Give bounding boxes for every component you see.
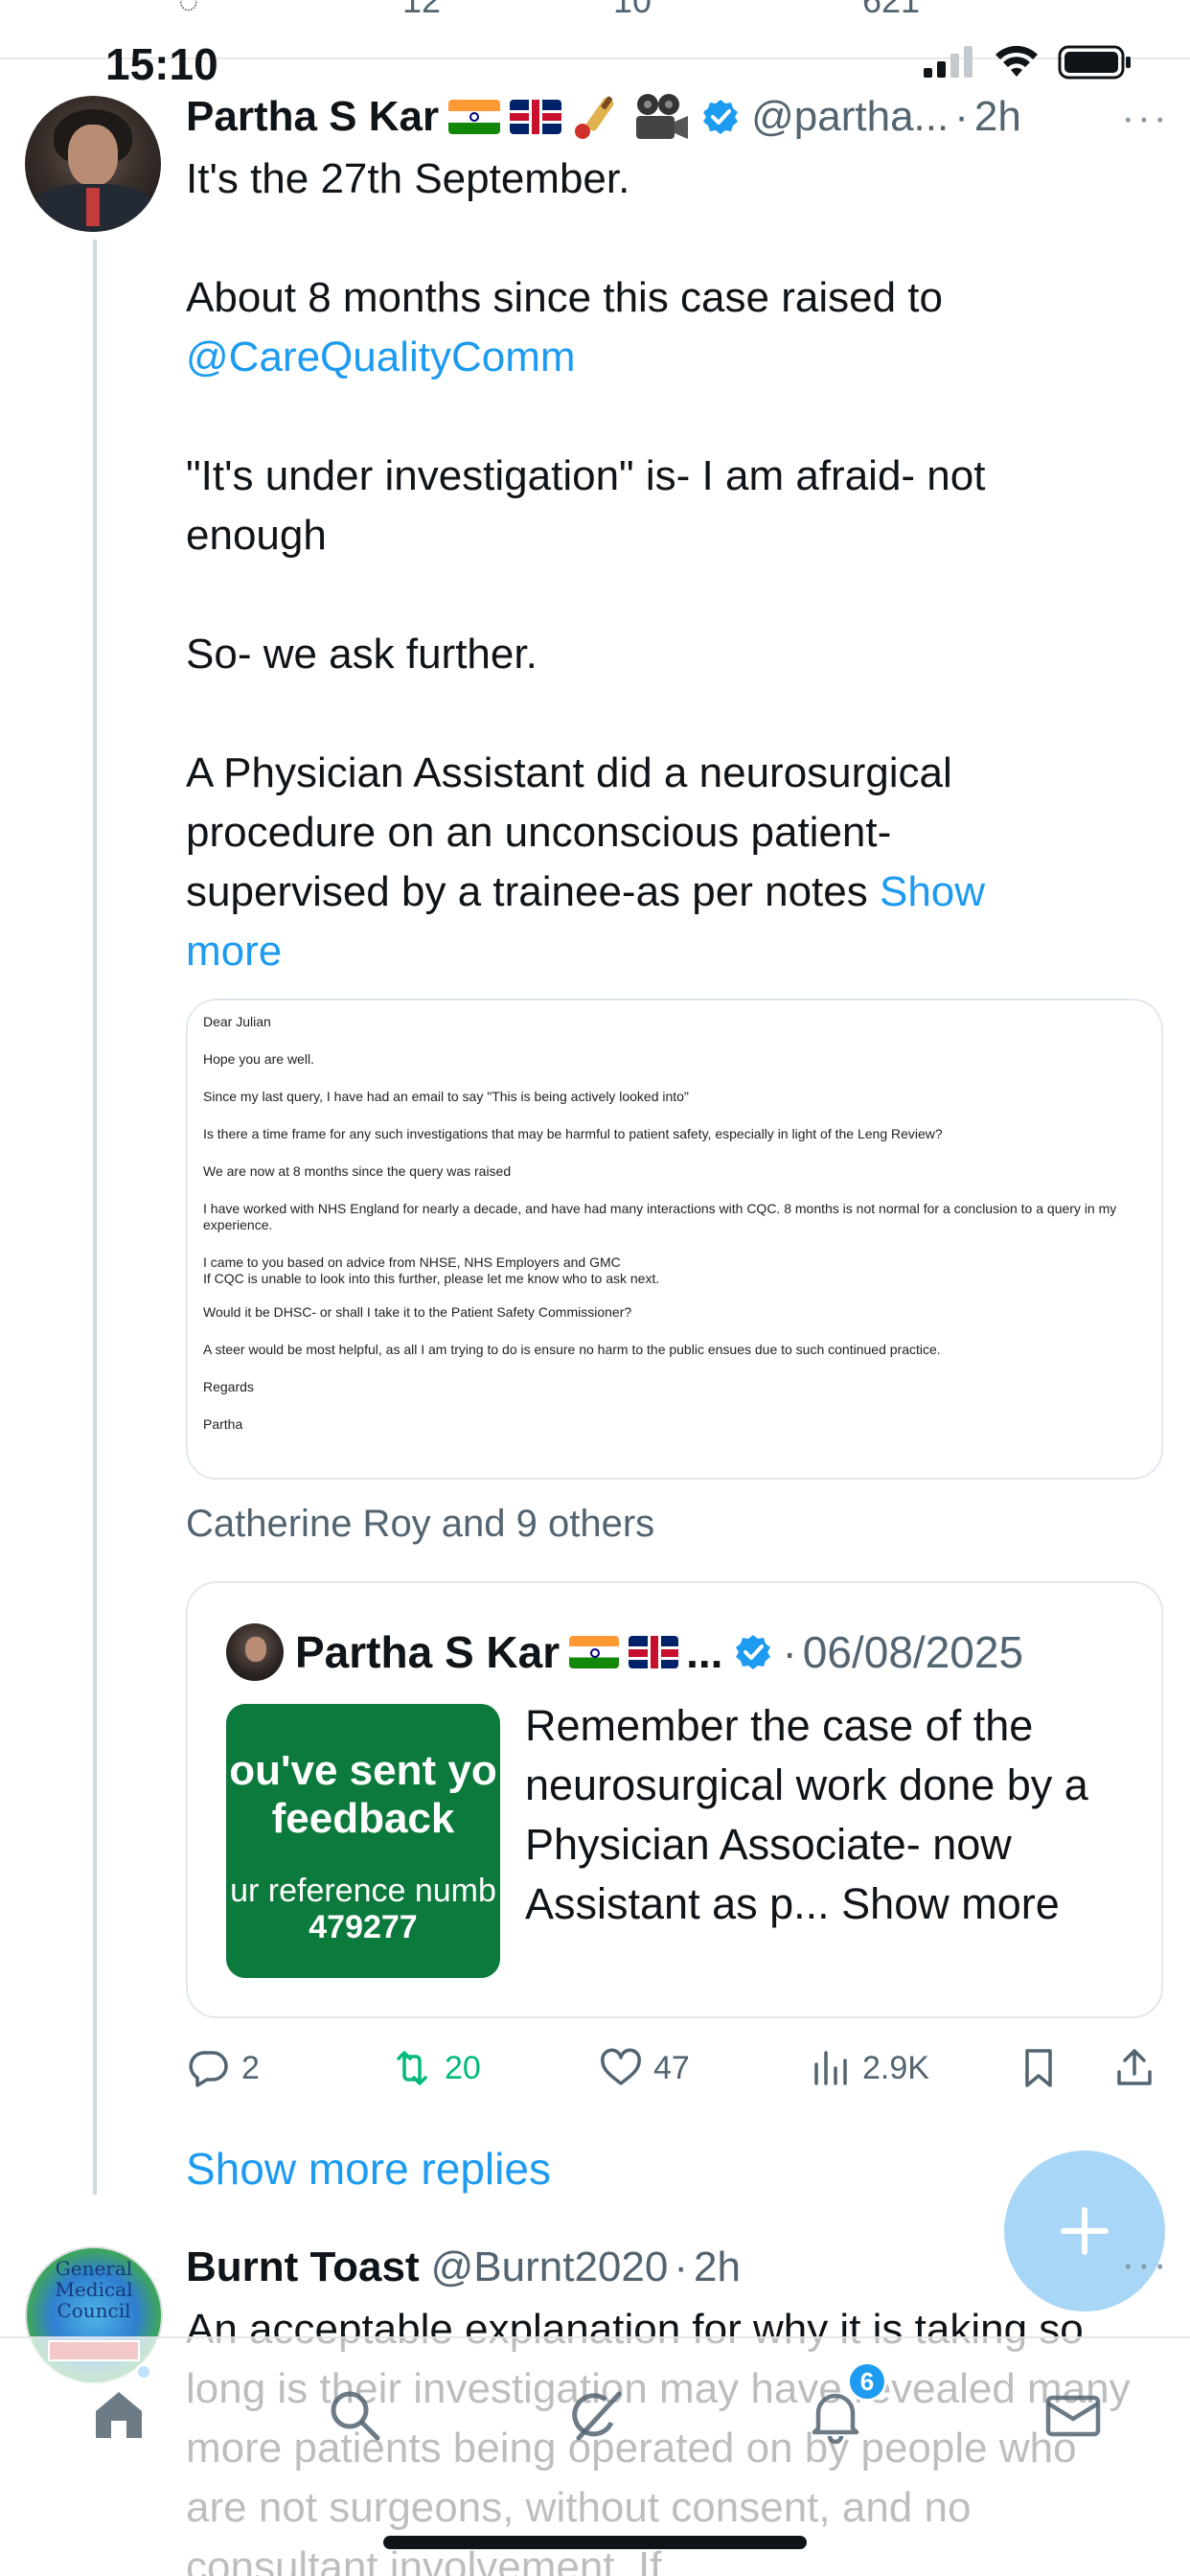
verified-badge-icon (736, 1635, 771, 1669)
mail-icon (1045, 2395, 1101, 2437)
bookmark-icon (1025, 2049, 1052, 2087)
reply-header: Burnt Toast @Burnt2020 · 2h (186, 2241, 741, 2294)
letter-line: Hope you are well. (203, 1051, 314, 1067)
tweet-action-bar: 2 20 47 2.9K (186, 2037, 1163, 2099)
letter-line: I have worked with NHS England for nearl… (203, 1201, 1117, 1232)
grok-icon (572, 2391, 622, 2441)
separator-dot: · (782, 1627, 797, 1677)
like-count: 10 (613, 0, 652, 20)
quote-author-name: Partha S Kar (295, 1627, 561, 1677)
tab-search[interactable] (316, 2377, 393, 2453)
tweet-paragraph: "It's under investigation" is- I am afra… (186, 452, 986, 559)
tweet-time[interactable]: 2h (974, 93, 1021, 141)
quote-text: Remember the case of the neurosurgical w… (525, 1701, 1088, 1928)
status-icons (922, 44, 1133, 80)
author-name[interactable]: Partha S Kar (186, 93, 439, 141)
separator-dot: · (954, 93, 969, 140)
flag-india-icon (569, 1636, 620, 1668)
reply-icon (189, 2051, 228, 2087)
home-indicator[interactable] (383, 2536, 807, 2549)
more-options-icon[interactable]: ··· (1121, 2241, 1169, 2288)
tweet-paragraph: It's the 27th September. (186, 155, 630, 202)
quoted-tweet-card[interactable]: Partha S Kar ... · 06/08/2025 ou've sent… (186, 1581, 1163, 2018)
letter-line: Is there a time frame for any such inves… (203, 1126, 943, 1141)
thumb-text: ur reference numb (230, 1873, 496, 1909)
repost-button[interactable]: 20 (389, 2037, 481, 2099)
letter-line: We are now at 8 months since the query w… (203, 1163, 512, 1179)
reply-time[interactable]: 2h (694, 2243, 741, 2291)
bookmark-button[interactable] (1016, 2037, 1071, 2099)
name-truncation: ... (686, 1627, 723, 1677)
like-button[interactable]: 47 (598, 2037, 690, 2099)
share-button[interactable] (1111, 2037, 1167, 2099)
views-chart-icon (814, 2051, 847, 2085)
letter-line: Since my last query, I have had an email… (203, 1089, 689, 1104)
notification-badge: 6 (847, 2361, 887, 2402)
author-avatar[interactable] (25, 96, 161, 232)
battery-icon (1058, 45, 1131, 80)
separator-dot: · (674, 2243, 688, 2290)
mention-link[interactable]: @CareQualityComm (186, 334, 576, 380)
thread-line-gap (93, 2156, 97, 2183)
flag-uk-icon (510, 100, 562, 134)
share-icon (1117, 2049, 1152, 2085)
views-button[interactable]: 2.9K (807, 2037, 929, 2099)
tab-home[interactable] (80, 2377, 157, 2453)
attached-letter-image[interactable]: Dear Julian Hope you are well. Since my … (186, 999, 1163, 1480)
heart-icon (601, 2048, 641, 2085)
reply-author-name[interactable]: Burnt Toast (186, 2243, 420, 2291)
letter-line: A steer would be most helpful, as all I … (203, 1342, 941, 1357)
flag-uk-icon (629, 1636, 679, 1668)
thread-line (93, 240, 97, 2195)
tweet-paragraph: About 8 months since this case raised to… (186, 274, 943, 380)
reply-author-handle[interactable]: @Burnt2020 (431, 2243, 669, 2291)
tab-messages[interactable] (1035, 2377, 1111, 2453)
repost-count: 20 (445, 2049, 481, 2086)
author-handle[interactable]: @partha... (751, 93, 949, 141)
tweet-paragraph: So- we ask further. (186, 631, 538, 678)
cricket-icon (575, 96, 614, 139)
letter-line: Partha (203, 1416, 243, 1432)
verified-badge-icon (703, 100, 739, 134)
tweet-text: It's the 27th September. About 8 months … (186, 150, 1087, 981)
movie-camera-icon (636, 94, 689, 139)
wifi-icon (995, 45, 1038, 77)
reply-icon: ◌ (178, 0, 199, 20)
flag-india-icon (448, 100, 501, 134)
reply-count: 2 (241, 2049, 260, 2086)
quote-thumbnail-image: ou've sent yo feedback ur reference numb… (226, 1704, 500, 1978)
reply-button[interactable]: 2 (186, 2037, 260, 2099)
home-icon (96, 2392, 142, 2438)
tweet-paragraph: A Physician Assistant did a neurosurgica… (186, 749, 986, 975)
cellular-signal-icon (924, 46, 973, 78)
thumb-text: ou've sent yo (229, 1747, 497, 1794)
avatar-logo-text: General Medical Council (55, 2257, 133, 2322)
thumb-text: 479277 (309, 1909, 418, 1945)
letter-line: Regards (203, 1379, 254, 1394)
quote-show-more[interactable]: Show more (841, 1879, 1060, 1928)
quote-header: Partha S Kar ... · 06/08/2025 (295, 1622, 1148, 1683)
repost-icon (397, 2051, 427, 2085)
plus-icon (1061, 2207, 1109, 2255)
thumb-text: feedback (271, 1795, 455, 1842)
views-count: 621 (862, 0, 921, 20)
show-more-replies-link[interactable]: Show more replies (186, 2143, 551, 2195)
quote-date: 06/08/2025 (802, 1627, 1024, 1677)
repost-count: 12 (402, 0, 442, 20)
tweet-header: Partha S Kar @partha... · 2h (186, 90, 1173, 144)
quote-author-avatar (226, 1623, 284, 1681)
letter-line: Dear Julian (203, 1014, 271, 1029)
letter-line: I came to you based on advice from NHSE,… (203, 1254, 660, 1286)
liked-by-text[interactable]: Catherine Roy and 9 others (186, 1503, 654, 1546)
letter-line: Would it be DHSC- or shall I take it to … (203, 1304, 632, 1320)
search-icon (331, 2391, 380, 2441)
more-options-icon[interactable]: ··· (1121, 94, 1169, 142)
status-time: 15:10 (105, 39, 218, 89)
status-bar: 15:10 (0, 38, 1190, 96)
tab-grok[interactable] (558, 2377, 634, 2453)
like-count: 47 (653, 2049, 690, 2086)
views-count: 2.9K (862, 2049, 929, 2086)
